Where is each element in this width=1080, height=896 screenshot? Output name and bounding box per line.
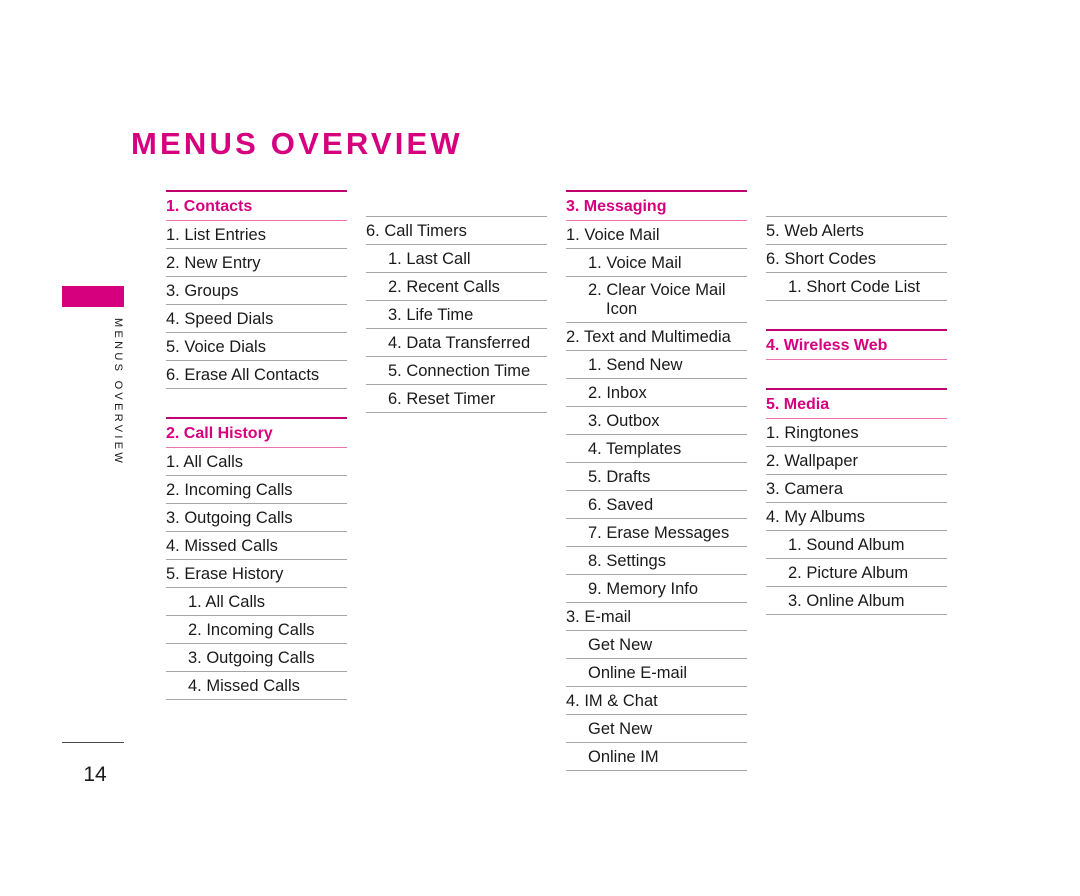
menu-item[interactable]: 3. E-mail <box>566 603 747 631</box>
menu-subitem[interactable]: 1. Voice Mail <box>566 249 747 277</box>
menu-subitem[interactable]: Online E-mail <box>566 659 747 687</box>
menu-column-1: 1. Contacts 1. List Entries 2. New Entry 3.… <box>166 190 347 700</box>
menu-subitem[interactable]: 2. Incoming Calls <box>166 616 347 644</box>
menu-section-header[interactable]: 1. Contacts <box>166 190 347 221</box>
menu-subitem[interactable]: 1. Sound Album <box>766 531 947 559</box>
sidebar-accent-tab <box>62 286 124 307</box>
menu-subitem[interactable]: 4. Data Transferred <box>366 329 547 357</box>
menu-subitem[interactable]: 3. Outbox <box>566 407 747 435</box>
menu-item[interactable]: 6. Erase All Contacts <box>166 361 347 389</box>
page-title: MENUS OVERVIEW <box>131 125 463 161</box>
menu-section-header[interactable]: 5. Media <box>766 388 947 419</box>
sidebar-vertical-label: MENUS OVERVIEW <box>112 318 124 467</box>
menu-column-2: 6. Call Timers 1. Last Call 2. Recent Call… <box>366 190 547 413</box>
menu-subitem[interactable]: 6. Reset Timer <box>366 385 547 413</box>
menu-subitem[interactable]: 4. Templates <box>566 435 747 463</box>
menu-subitem[interactable]: 3. Outgoing Calls <box>166 644 347 672</box>
menu-item[interactable]: 5. Voice Dials <box>166 333 347 361</box>
menu-item[interactable]: 2. Text and Multimedia <box>566 323 747 351</box>
menu-item[interactable]: 4. IM & Chat <box>566 687 747 715</box>
menu-item[interactable]: 3. Outgoing Calls <box>166 504 347 532</box>
menu-section-header[interactable]: 3. Messaging <box>566 190 747 221</box>
menu-subitem[interactable]: 9. Memory Info <box>566 575 747 603</box>
menu-subitem[interactable]: 2. Picture Album <box>766 559 947 587</box>
menu-item[interactable]: 1. Voice Mail <box>566 221 747 249</box>
menu-item[interactable]: 3. Groups <box>166 277 347 305</box>
page-footer-rule <box>62 742 124 743</box>
menu-column-3: 3. Messaging 1. Voice Mail 1. Voice Mail 2.… <box>566 190 747 771</box>
menu-subitem[interactable]: 1. Send New <box>566 351 747 379</box>
menu-subitem-continuation: Icon <box>606 300 638 318</box>
menu-item[interactable]: 2. Wallpaper <box>766 447 947 475</box>
menu-item[interactable]: 6. Short Codes <box>766 245 947 273</box>
menu-subitem[interactable]: 2. Clear Voice Mail Icon <box>566 277 747 323</box>
menu-item[interactable]: 1. Ringtones <box>766 419 947 447</box>
menu-subitem[interactable]: 2. Recent Calls <box>366 273 547 301</box>
menu-column-4: 5. Web Alerts 6. Short Codes 1. Short Code… <box>766 190 947 615</box>
menu-item[interactable]: 4. Speed Dials <box>166 305 347 333</box>
menu-subitem[interactable]: 7. Erase Messages <box>566 519 747 547</box>
menu-subitem[interactable]: 5. Drafts <box>566 463 747 491</box>
menu-item[interactable]: 1. All Calls <box>166 448 347 476</box>
menu-section-header[interactable]: 2. Call History <box>166 417 347 448</box>
column-top-spacer <box>766 190 947 216</box>
menu-item[interactable]: 3. Camera <box>766 475 947 503</box>
menu-section-header[interactable]: 4. Wireless Web <box>766 329 947 360</box>
menu-item[interactable]: 6. Call Timers <box>366 216 547 245</box>
menu-item[interactable]: 4. My Albums <box>766 503 947 531</box>
menu-subitem[interactable]: 4. Missed Calls <box>166 672 347 700</box>
menu-item[interactable]: 2. Incoming Calls <box>166 476 347 504</box>
menu-subitem[interactable]: 3. Life Time <box>366 301 547 329</box>
menu-item[interactable]: 1. List Entries <box>166 221 347 249</box>
column-top-spacer <box>366 190 547 216</box>
menu-subitem[interactable]: 1. Short Code List <box>766 273 947 301</box>
menu-subitem[interactable]: 3. Online Album <box>766 587 947 615</box>
menu-subitem[interactable]: Get New <box>566 631 747 659</box>
menu-subitem[interactable]: 1. Last Call <box>366 245 547 273</box>
menu-item[interactable]: 5. Erase History <box>166 560 347 588</box>
menu-item[interactable]: 2. New Entry <box>166 249 347 277</box>
menu-subitem[interactable]: 1. All Calls <box>166 588 347 616</box>
menu-subitem[interactable]: 6. Saved <box>566 491 747 519</box>
menu-subitem[interactable]: Get New <box>566 715 747 743</box>
menu-item[interactable]: 4. Missed Calls <box>166 532 347 560</box>
page-number: 14 <box>83 763 107 786</box>
menu-subitem[interactable]: Online IM <box>566 743 747 771</box>
menu-item[interactable]: 5. Web Alerts <box>766 216 947 245</box>
menu-subitem[interactable]: 8. Settings <box>566 547 747 575</box>
menu-subitem[interactable]: 5. Connection Time <box>366 357 547 385</box>
menu-subitem[interactable]: 2. Inbox <box>566 379 747 407</box>
